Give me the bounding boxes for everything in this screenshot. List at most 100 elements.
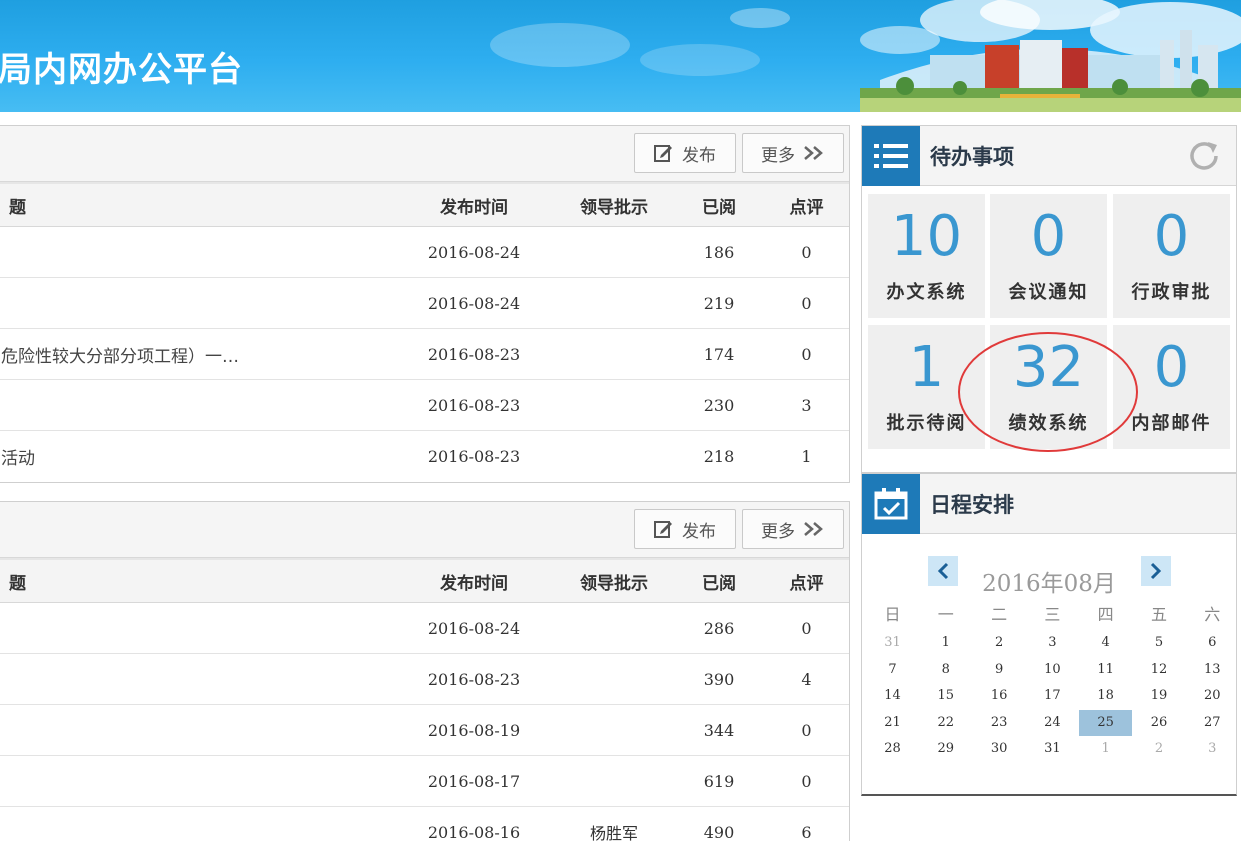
calendar-day[interactable]: 27 bbox=[1186, 710, 1239, 736]
tile-admin-approval[interactable]: 0 行政审批 bbox=[1113, 194, 1230, 318]
table-row[interactable]: 2016-08-23 230 3 bbox=[0, 380, 849, 431]
weekday-label: 六 bbox=[1204, 605, 1221, 624]
calendar-day-today[interactable]: 25 bbox=[1079, 709, 1133, 736]
calendar-day[interactable]: 22 bbox=[919, 710, 972, 736]
calendar-day[interactable]: 4 bbox=[1079, 630, 1132, 656]
calendar-day[interactable]: 3 bbox=[1026, 630, 1079, 656]
calendar-day[interactable]: 21 bbox=[866, 710, 919, 736]
calendar-day[interactable]: 5 bbox=[1133, 630, 1186, 656]
calendar-day[interactable]: 14 bbox=[866, 683, 919, 709]
tile-document-system[interactable]: 10 办文系统 bbox=[868, 194, 985, 318]
row-title[interactable] bbox=[1, 380, 401, 430]
row-leader bbox=[544, 329, 684, 379]
tile-meeting-notice[interactable]: 0 会议通知 bbox=[990, 194, 1107, 318]
tile-count: 10 bbox=[890, 204, 963, 269]
row-title[interactable] bbox=[1, 278, 401, 328]
row-read: 174 bbox=[703, 344, 735, 364]
row-read: 218 bbox=[703, 447, 735, 466]
col-comment: 点评 bbox=[789, 197, 824, 218]
refresh-icon[interactable] bbox=[1186, 138, 1222, 174]
calendar-day[interactable]: 12 bbox=[1133, 657, 1186, 683]
table-header: 题 发布时间 领导批示 已阅 点评 bbox=[0, 558, 849, 603]
table-row[interactable]: 2016-08-19 344 0 bbox=[0, 705, 849, 756]
table-row[interactable]: 活动 2016-08-23 218 1 bbox=[0, 431, 849, 482]
row-leader: 杨胜军 bbox=[589, 824, 638, 841]
row-read: 344 bbox=[703, 720, 735, 740]
row-title[interactable]: 危险性较大分部分项工程）一… bbox=[1, 329, 401, 379]
calendar-day[interactable]: 20 bbox=[1186, 683, 1239, 709]
calendar-day[interactable]: 30 bbox=[973, 736, 1026, 762]
edit-icon bbox=[654, 145, 672, 162]
notice-panel: 发布 更多 题 发布时间 领导批示 已阅 点评 2016-08-24 186 0… bbox=[0, 125, 850, 483]
row-comment: 0 bbox=[801, 618, 812, 638]
row-date: 2016-08-24 bbox=[427, 293, 521, 313]
panel-toolbar: 发布 更多 bbox=[0, 126, 849, 182]
calendar-day[interactable]: 9 bbox=[973, 657, 1026, 683]
row-title[interactable] bbox=[1, 654, 401, 704]
calendar-day[interactable]: 26 bbox=[1133, 710, 1186, 736]
tile-count: 1 bbox=[908, 335, 945, 400]
app-title: 局内网办公平台 bbox=[0, 50, 243, 90]
row-title[interactable] bbox=[1, 705, 401, 755]
todo-panel: 待办事项 10 办文系统 0 会议通知 0 行政审批 1 批示待阅 32 绩效系… bbox=[861, 125, 1237, 473]
more-label: 更多 bbox=[761, 145, 795, 166]
row-leader bbox=[544, 654, 684, 704]
publish-button[interactable]: 发布 bbox=[634, 509, 736, 549]
calendar-day[interactable]: 28 bbox=[866, 736, 919, 762]
row-leader bbox=[544, 227, 684, 277]
calendar-day[interactable]: 8 bbox=[919, 657, 972, 683]
weekday-label: 日 bbox=[884, 605, 901, 624]
row-comment: 0 bbox=[801, 720, 812, 740]
table-row[interactable]: 2016-08-17 619 0 bbox=[0, 756, 849, 807]
col-read: 已阅 bbox=[702, 573, 736, 594]
table-row[interactable]: 危险性较大分部分项工程）一… 2016-08-23 174 0 bbox=[0, 329, 849, 380]
row-leader bbox=[544, 431, 684, 482]
col-leader: 领导批示 bbox=[580, 573, 648, 594]
calendar-day[interactable]: 3 bbox=[1186, 736, 1239, 762]
calendar-day[interactable]: 13 bbox=[1186, 657, 1239, 683]
calendar-day[interactable]: 24 bbox=[1026, 710, 1079, 736]
more-button[interactable]: 更多 bbox=[742, 509, 844, 549]
table-row[interactable]: 2016-08-16 杨胜军 490 6 bbox=[0, 807, 849, 841]
table-row[interactable]: 2016-08-24 186 0 bbox=[0, 227, 849, 278]
weekday-label: 一 bbox=[937, 605, 954, 624]
row-date: 2016-08-24 bbox=[427, 242, 521, 262]
row-comment: 1 bbox=[801, 447, 812, 466]
calendar-day[interactable]: 23 bbox=[973, 710, 1026, 736]
publish-button[interactable]: 发布 bbox=[634, 133, 736, 173]
chevron-right-icon bbox=[1150, 562, 1162, 580]
calendar-day[interactable]: 1 bbox=[1079, 736, 1132, 762]
calendar-day[interactable]: 19 bbox=[1133, 683, 1186, 709]
more-button[interactable]: 更多 bbox=[742, 133, 844, 173]
table-row[interactable]: 2016-08-24 286 0 bbox=[0, 603, 849, 654]
calendar-day[interactable]: 18 bbox=[1079, 683, 1132, 709]
calendar-day[interactable]: 31 bbox=[866, 630, 919, 656]
calendar-day[interactable]: 1 bbox=[919, 630, 972, 656]
row-read: 490 bbox=[703, 822, 735, 841]
tile-count: 0 bbox=[1153, 335, 1190, 400]
calendar-day[interactable]: 2 bbox=[973, 630, 1026, 656]
table-row[interactable]: 2016-08-24 219 0 bbox=[0, 278, 849, 329]
calendar-day[interactable]: 2 bbox=[1133, 736, 1186, 762]
row-title[interactable] bbox=[1, 227, 401, 277]
calendar-day[interactable]: 16 bbox=[973, 683, 1026, 709]
calendar-day[interactable]: 7 bbox=[866, 657, 919, 683]
calendar-day[interactable]: 10 bbox=[1026, 657, 1079, 683]
double-chevron-right-icon bbox=[804, 522, 823, 536]
calendar-day[interactable]: 15 bbox=[919, 683, 972, 709]
calendar-day[interactable]: 6 bbox=[1186, 630, 1239, 656]
tile-label: 内部邮件 bbox=[1131, 413, 1212, 434]
next-month-button[interactable] bbox=[1141, 556, 1171, 586]
calendar-day[interactable]: 29 bbox=[919, 736, 972, 762]
row-date: 2016-08-19 bbox=[427, 720, 521, 740]
weekday-label: 五 bbox=[1150, 605, 1167, 624]
calendar-day[interactable]: 31 bbox=[1026, 736, 1079, 762]
row-title[interactable] bbox=[1, 603, 401, 653]
table-row[interactable]: 2016-08-23 390 4 bbox=[0, 654, 849, 705]
row-title[interactable] bbox=[1, 756, 401, 806]
row-title[interactable] bbox=[1, 807, 401, 841]
calendar-day[interactable]: 17 bbox=[1026, 683, 1079, 709]
calendar-day[interactable]: 11 bbox=[1079, 657, 1132, 683]
row-title[interactable]: 活动 bbox=[1, 431, 401, 482]
row-date: 2016-08-23 bbox=[427, 669, 521, 689]
